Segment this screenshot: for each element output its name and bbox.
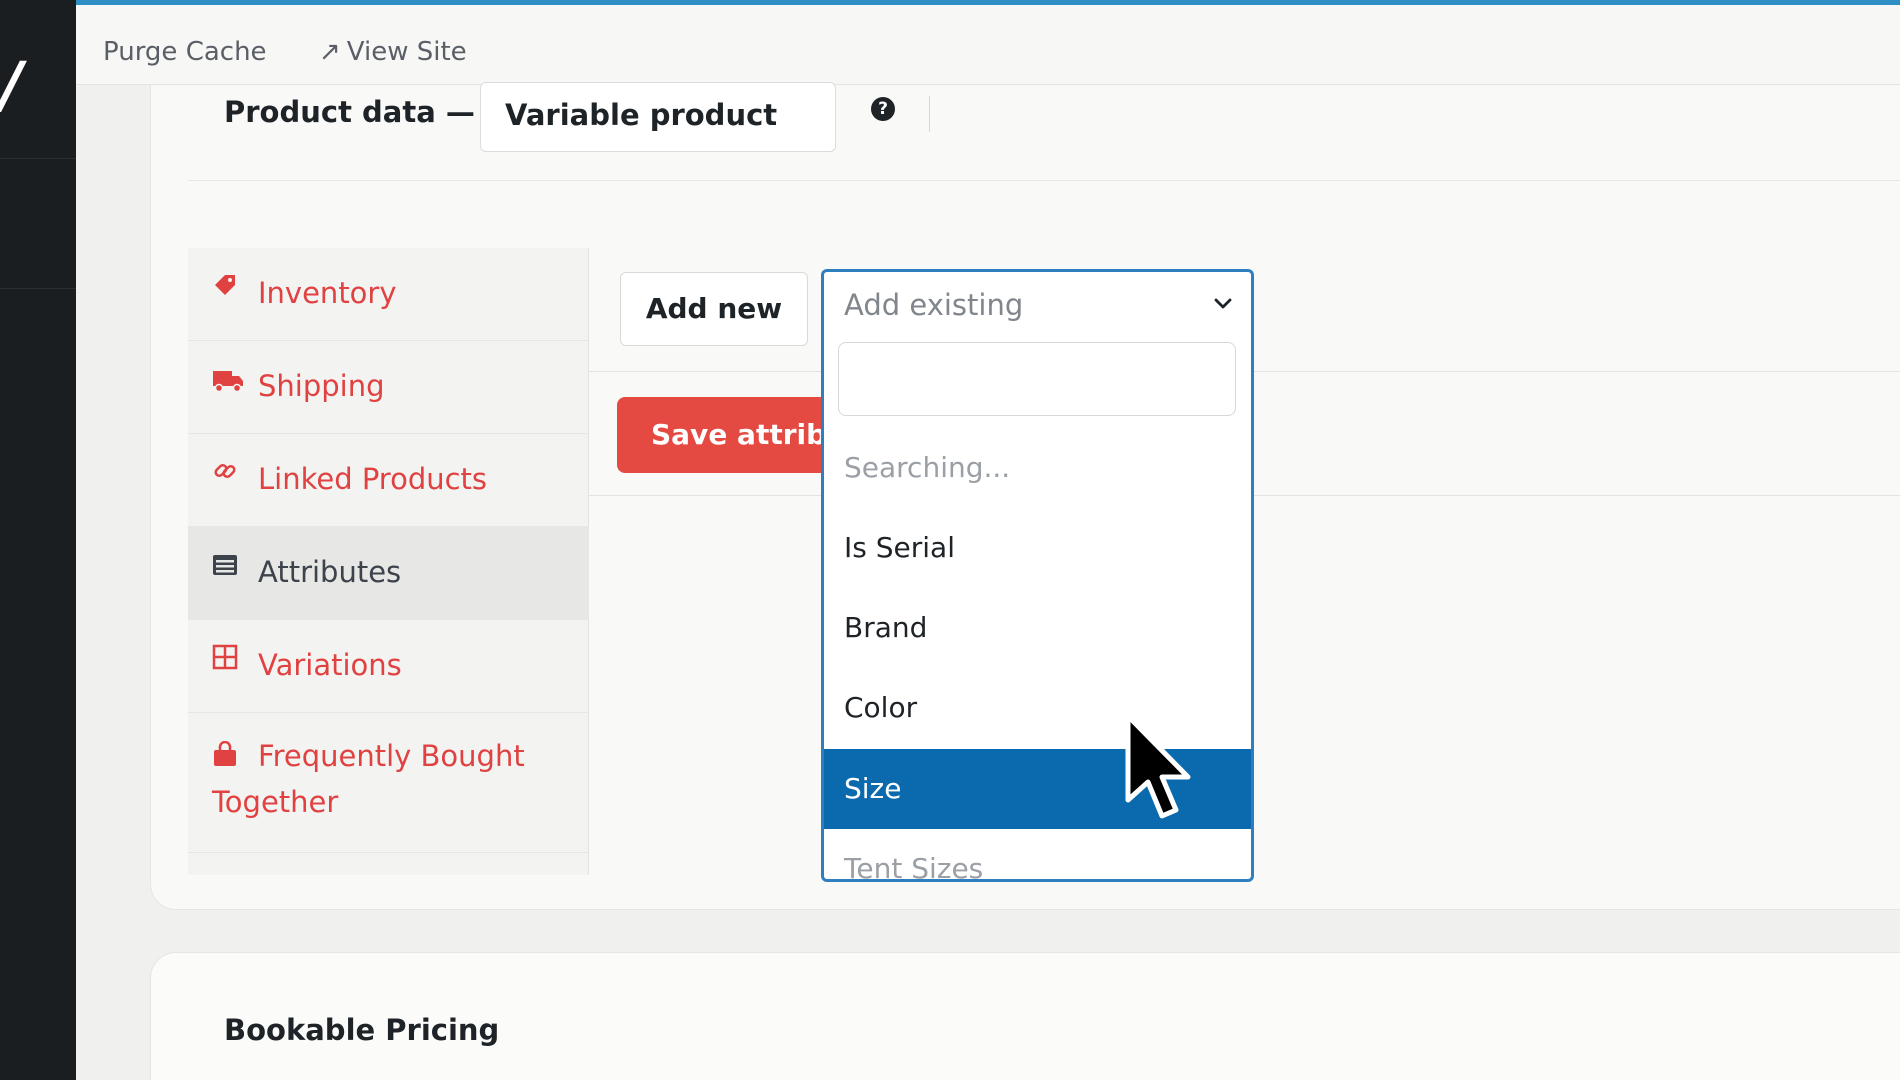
- option-brand[interactable]: Brand: [824, 588, 1251, 668]
- chevron-down-icon: [1214, 298, 1232, 309]
- mouse-cursor-icon: [1125, 713, 1191, 819]
- attribute-search-input[interactable]: [838, 342, 1236, 416]
- tab-label: Inventory: [258, 276, 397, 310]
- list-icon: [212, 553, 238, 584]
- option-is-serial[interactable]: Is Serial: [824, 508, 1251, 588]
- logo-fragment: /: [0, 48, 23, 121]
- link-icon: [212, 458, 238, 491]
- grid-icon: [212, 644, 238, 677]
- save-attributes-button[interactable]: Save attributes: [617, 397, 837, 473]
- tab-variations[interactable]: Variations: [188, 620, 589, 713]
- help-icon[interactable]: ?: [871, 97, 895, 121]
- tab-label: Linked Products: [258, 462, 488, 496]
- tab-label: Attributes: [258, 555, 402, 589]
- tab-shipping[interactable]: Shipping: [188, 341, 589, 434]
- product-data-title: Product data —: [224, 95, 475, 129]
- tab-label: Variations: [258, 648, 402, 682]
- search-status: Searching...: [844, 451, 1011, 484]
- truck-icon: [212, 367, 244, 400]
- add-new-attribute-button[interactable]: Add new: [620, 272, 808, 346]
- select-placeholder: Add existing: [844, 288, 1024, 322]
- tab-label: Frequently Bought Together: [212, 739, 525, 819]
- sidebar-divider: [0, 158, 76, 159]
- product-data-tabs: Inventory Shipping Linked Products Attri…: [188, 248, 589, 875]
- header-separator: [929, 96, 930, 132]
- option-tent-sizes[interactable]: Tent Sizes: [824, 829, 1251, 879]
- product-type-select[interactable]: Variable product: [480, 82, 836, 152]
- tab-attributes[interactable]: Attributes: [188, 527, 589, 620]
- add-existing-select[interactable]: Add existing: [824, 272, 1251, 340]
- tab-linked-products[interactable]: Linked Products: [188, 434, 589, 527]
- tab-frequently-bought-together[interactable]: Frequently Bought Together: [188, 713, 589, 853]
- header-divider: [188, 180, 1900, 181]
- purge-cache-link[interactable]: Purge Cache: [103, 37, 267, 67]
- sidebar-divider: [0, 288, 76, 289]
- external-arrow-icon: ↗: [319, 37, 341, 67]
- tag-icon: [212, 272, 238, 305]
- admin-topbar: Purge Cache ↗ View Site: [76, 5, 1900, 85]
- bookable-pricing-title: Bookable Pricing: [224, 1013, 500, 1047]
- tab-label: Shipping: [258, 369, 385, 403]
- tab-inventory[interactable]: Inventory: [188, 248, 589, 341]
- view-site-label: View Site: [346, 37, 467, 67]
- admin-sidebar: /: [0, 0, 76, 1080]
- view-site-link[interactable]: ↗ View Site: [319, 37, 467, 67]
